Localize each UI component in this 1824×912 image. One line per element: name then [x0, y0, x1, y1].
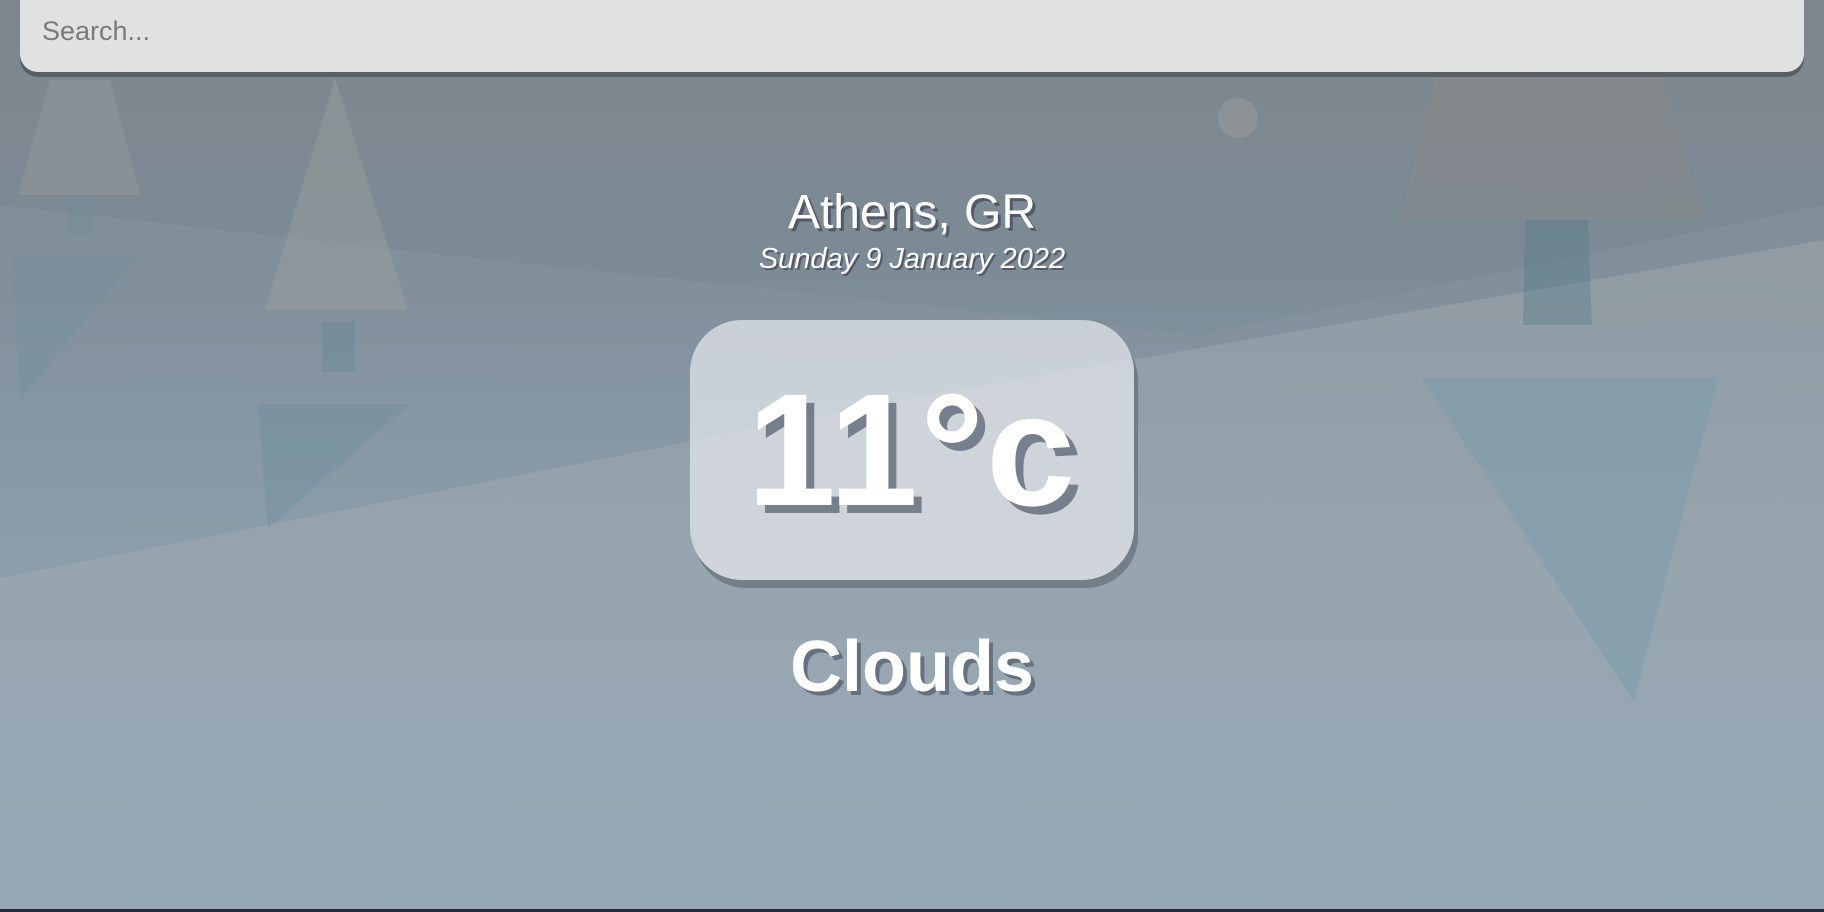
search-input[interactable]: [42, 0, 1782, 62]
location-box: Athens, GR Sunday 9 January 2022: [0, 184, 1824, 276]
temperature-value: 11°c: [746, 360, 1078, 539]
current-date: Sunday 9 January 2022: [758, 243, 1066, 275]
search-bar: [20, 0, 1804, 72]
weather-app: Athens, GR Sunday 9 January 2022 11°c Cl…: [0, 0, 1824, 912]
temperature-box: 11°c: [690, 320, 1134, 580]
weather-condition: Clouds: [790, 627, 1034, 707]
sun-decoration: [1218, 98, 1258, 138]
city-name: Athens, GR: [787, 186, 1037, 239]
